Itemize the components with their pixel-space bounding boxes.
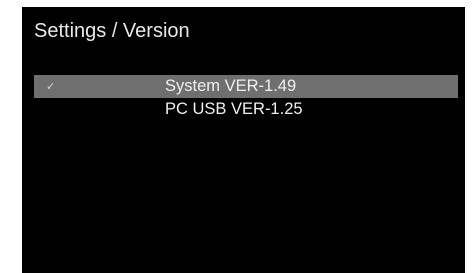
- check-icon: ✓: [46, 80, 56, 93]
- version-screen: Settings / Version ✓ System VER-1.49 PC …: [22, 7, 465, 273]
- menu-item-label: PC USB VER-1.25: [165, 100, 303, 118]
- menu-item-system-version[interactable]: ✓ System VER-1.49: [34, 75, 458, 98]
- version-list: ✓ System VER-1.49 PC USB VER-1.25: [34, 75, 458, 121]
- menu-item-pc-usb-version[interactable]: PC USB VER-1.25: [34, 98, 458, 121]
- page-title: Settings / Version: [34, 20, 190, 42]
- menu-item-label: System VER-1.49: [165, 77, 297, 95]
